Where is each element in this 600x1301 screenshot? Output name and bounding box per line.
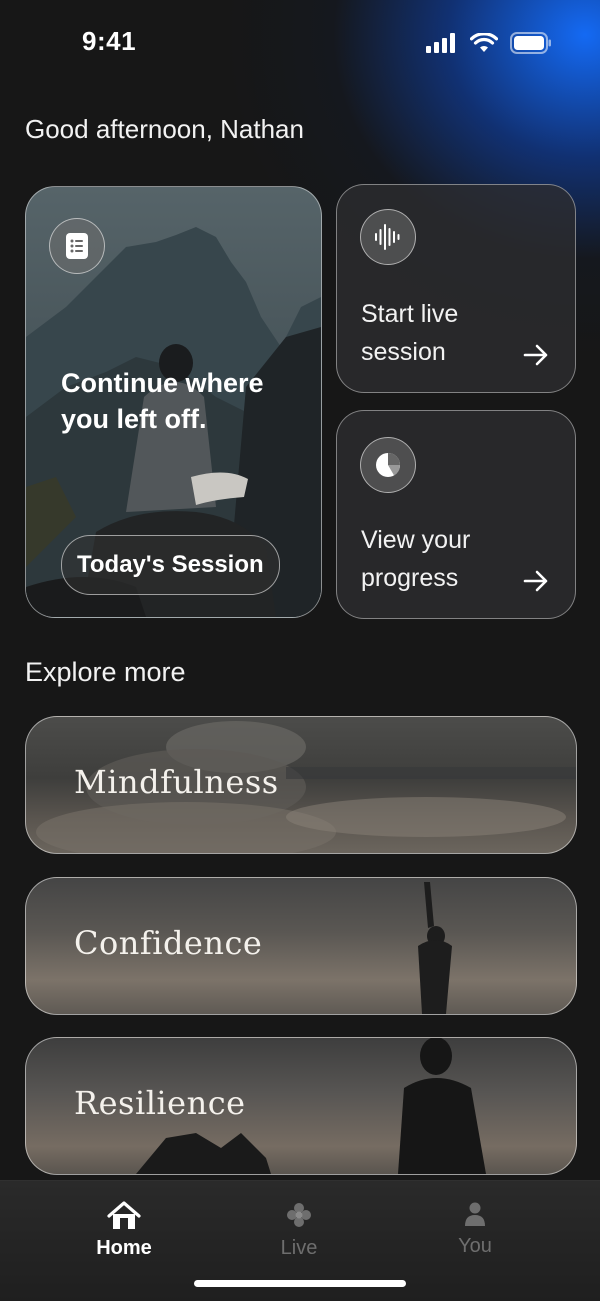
home-icon [107, 1201, 141, 1229]
continue-title: Continue where you left off. [61, 368, 264, 434]
explore-label-resilience: Resilience [74, 1084, 246, 1122]
waveform-icon [375, 224, 400, 250]
explore-card-resilience[interactable]: Resilience [25, 1037, 577, 1175]
status-time: 9:41 [82, 26, 137, 56]
arrow-right-icon [523, 570, 548, 592]
explore-card-confidence[interactable]: Confidence [25, 877, 577, 1015]
explore-card-mindfulness[interactable]: Mindfulness [25, 716, 577, 854]
explore-label-confidence: Confidence [74, 924, 263, 962]
continue-session-card[interactable]: Continue where you left off. Today's Ses… [25, 186, 322, 618]
wifi-icon [470, 33, 498, 52]
waveform-icon-button [360, 209, 416, 265]
todays-session-button[interactable]: Today's Session [61, 535, 280, 595]
notes-icon [66, 233, 88, 259]
notes-icon-button [49, 218, 105, 274]
pie-chart-icon [376, 453, 400, 477]
battery-icon [510, 32, 551, 54]
explore-label-mindfulness: Mindfulness [74, 763, 279, 801]
pie-chart-icon-button [360, 437, 416, 493]
view-progress-card[interactable]: View your progress [336, 410, 576, 619]
explore-more-heading: Explore more [25, 657, 186, 687]
person-icon [465, 1202, 485, 1226]
home-screen: 9:41 Good afternoon, Nathan Continue whe… [0, 0, 600, 1301]
tab-home-label: Home [96, 1237, 152, 1259]
view-progress-label: View your progress [361, 526, 471, 592]
home-indicator[interactable] [194, 1280, 406, 1287]
tab-home[interactable]: Home [64, 1201, 184, 1260]
greeting: Good afternoon, Nathan [25, 114, 304, 144]
flower-icon [287, 1203, 311, 1227]
status-icons [426, 32, 552, 54]
start-live-session-label: Start live session [361, 300, 459, 366]
tab-you-label: You [458, 1235, 492, 1257]
arrow-right-icon [523, 344, 548, 366]
tab-live[interactable]: Live [239, 1201, 359, 1260]
tab-live-label: Live [280, 1237, 318, 1259]
tab-you[interactable]: You [415, 1201, 535, 1258]
cellular-signal-icon [426, 33, 455, 53]
start-live-session-card[interactable]: Start live session [336, 184, 576, 393]
